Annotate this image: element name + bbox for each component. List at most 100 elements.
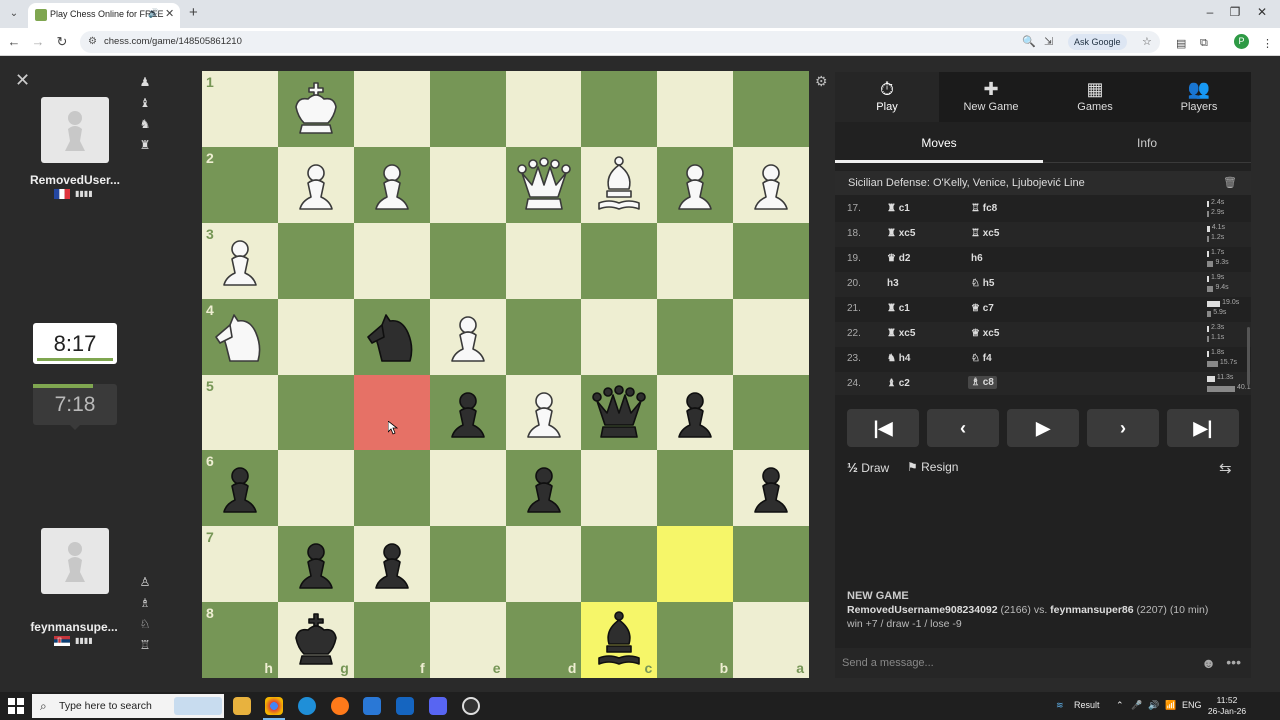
- weather-text[interactable]: Result: [1074, 700, 1100, 710]
- square-b6[interactable]: [657, 450, 734, 527]
- square-d7[interactable]: [505, 526, 582, 603]
- back-icon[interactable]: ←: [6, 33, 22, 51]
- white-queen-icon[interactable]: [512, 153, 576, 217]
- black-move[interactable]: ♘ h5: [971, 278, 994, 289]
- square-e3[interactable]: [429, 222, 506, 299]
- white-player-link[interactable]: RemovedUsername908234092: [847, 604, 998, 616]
- tab-search-icon[interactable]: ⌄: [6, 6, 22, 22]
- white-move[interactable]: ♜ c1: [887, 203, 910, 214]
- speaker-icon[interactable]: 🔊: [148, 8, 159, 19]
- edge-icon[interactable]: [298, 697, 316, 715]
- language-indicator[interactable]: ENG: [1182, 700, 1202, 710]
- tab-play[interactable]: ⏱ Play: [835, 72, 939, 122]
- square-a7[interactable]: [733, 526, 809, 603]
- mic-icon[interactable]: 🎤: [1131, 700, 1142, 711]
- black-pawn-icon[interactable]: [360, 532, 424, 596]
- editor-icon[interactable]: [396, 697, 414, 715]
- square-h2[interactable]: 2: [202, 146, 278, 223]
- white-move[interactable]: ♞ h4: [887, 353, 910, 364]
- black-move[interactable]: ♗ c8: [968, 376, 997, 389]
- previous-move-button[interactable]: ‹: [927, 409, 999, 447]
- chess-board[interactable]: 12345678hgfedcba: [202, 71, 809, 678]
- square-g5[interactable]: [277, 374, 354, 451]
- black-move[interactable]: h6: [971, 253, 983, 264]
- black-king-icon[interactable]: [284, 608, 348, 672]
- tray-chevron-icon[interactable]: ⌃: [1116, 700, 1124, 711]
- browser-menu-icon[interactable]: ⋮: [1262, 37, 1273, 50]
- black-pawn-icon[interactable]: [208, 456, 272, 520]
- file-explorer-icon[interactable]: [233, 697, 251, 715]
- square-c3[interactable]: [581, 222, 658, 299]
- resign-button[interactable]: ⚑ Resign: [907, 460, 958, 474]
- extensions-icon[interactable]: ⧉: [1200, 37, 1208, 50]
- zoom-icon[interactable]: 🔍: [1022, 35, 1036, 48]
- tab-close-icon[interactable]: ✕: [165, 7, 174, 20]
- square-c6[interactable]: [581, 450, 658, 527]
- square-a5[interactable]: [733, 374, 809, 451]
- taskbar-clock[interactable]: 11:52 26-Jan-26: [1200, 695, 1254, 717]
- reload-icon[interactable]: ↻: [54, 33, 70, 51]
- trash-icon[interactable]: 🗑: [1223, 176, 1237, 189]
- square-d4[interactable]: [505, 298, 582, 375]
- square-c4[interactable]: [581, 298, 658, 375]
- square-b8[interactable]: b: [657, 602, 734, 678]
- square-h5[interactable]: 5: [202, 374, 278, 451]
- white-move[interactable]: ♛ d2: [887, 253, 910, 264]
- black-pawn-icon[interactable]: [512, 456, 576, 520]
- last-move-button[interactable]: ▶|: [1167, 409, 1239, 447]
- browser-tab[interactable]: Play Chess Online for FREE 🔊 ✕: [28, 3, 180, 28]
- square-f3[interactable]: [353, 222, 430, 299]
- square-g3[interactable]: [277, 222, 354, 299]
- profile-avatar[interactable]: P: [1234, 34, 1249, 49]
- square-e8[interactable]: e: [429, 602, 506, 678]
- black-player-link[interactable]: feynmansuper86: [1050, 604, 1133, 616]
- square-f8[interactable]: f: [353, 602, 430, 678]
- windows-start-icon[interactable]: [8, 698, 24, 714]
- black-pawn-icon[interactable]: [663, 381, 727, 445]
- next-move-button[interactable]: ›: [1087, 409, 1159, 447]
- white-move[interactable]: ♝ c2: [887, 378, 910, 389]
- tab-games[interactable]: ▦ Games: [1043, 72, 1147, 122]
- first-move-button[interactable]: |◀: [847, 409, 919, 447]
- url-text[interactable]: chess.com/game/148505861210: [104, 36, 242, 47]
- white-pawn-icon[interactable]: [512, 381, 576, 445]
- square-d8[interactable]: d: [505, 602, 582, 678]
- square-c1[interactable]: [581, 71, 658, 147]
- bottom-player-name[interactable]: feynmansupe...: [14, 620, 134, 634]
- black-pawn-icon[interactable]: [436, 381, 500, 445]
- emoji-icon[interactable]: ☻: [1201, 655, 1216, 671]
- square-b3[interactable]: [657, 222, 734, 299]
- square-b1[interactable]: [657, 71, 734, 147]
- volume-icon[interactable]: 🔊: [1148, 700, 1159, 711]
- window-close-icon[interactable]: ✕: [1252, 5, 1272, 19]
- white-move[interactable]: ♜ xc5: [887, 328, 915, 339]
- restore-icon[interactable]: ❐: [1225, 5, 1245, 19]
- forward-icon[interactable]: →: [30, 33, 46, 51]
- ask-google-button[interactable]: Ask Google: [1068, 34, 1127, 50]
- store-icon[interactable]: [363, 697, 381, 715]
- discord-icon[interactable]: [429, 697, 447, 715]
- black-pawn-icon[interactable]: [739, 456, 803, 520]
- white-pawn-icon[interactable]: [663, 153, 727, 217]
- taskbar-search[interactable]: ⌕ Type here to search: [32, 694, 224, 718]
- draw-button[interactable]: ½ Draw: [847, 460, 889, 475]
- white-pawn-icon[interactable]: [284, 153, 348, 217]
- black-move[interactable]: ♖ fc8: [971, 203, 997, 214]
- square-h7[interactable]: 7: [202, 526, 278, 603]
- site-info-icon[interactable]: ⚙: [88, 36, 97, 47]
- white-move[interactable]: ♜ c1: [887, 303, 910, 314]
- play-button[interactable]: ▶: [1007, 409, 1079, 447]
- square-a4[interactable]: [733, 298, 809, 375]
- top-player-name[interactable]: RemovedUser...: [15, 173, 135, 187]
- install-icon[interactable]: ⇲: [1044, 35, 1053, 48]
- black-move[interactable]: ♖ xc5: [971, 228, 999, 239]
- reading-list-icon[interactable]: ▤: [1176, 37, 1186, 50]
- square-h1[interactable]: 1: [202, 71, 278, 147]
- square-d3[interactable]: [505, 222, 582, 299]
- bottom-player-avatar[interactable]: [41, 528, 109, 594]
- move-list[interactable]: 17. ♜ c1 ♖ fc8 2.4s 2.9s 18. ♜ xc5 ♖ xc5 4.1s 1.2…: [835, 197, 1251, 395]
- black-knight-icon[interactable]: [360, 305, 424, 369]
- black-move[interactable]: ♕ xc5: [971, 328, 999, 339]
- square-a3[interactable]: [733, 222, 809, 299]
- white-move[interactable]: ♜ xc5: [887, 228, 915, 239]
